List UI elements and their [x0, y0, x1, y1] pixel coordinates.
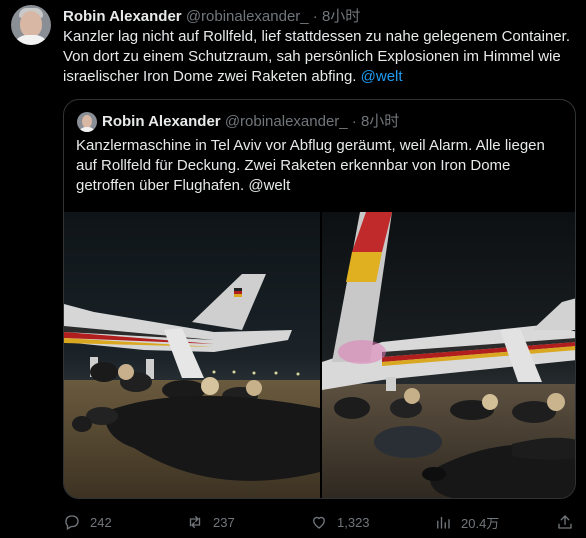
reply-icon	[65, 515, 79, 530]
quoted-tweet-header: Robin Alexander @robinalexander_ · 8小时	[102, 112, 399, 132]
tweet-timestamp[interactable]: 8小时	[322, 8, 360, 25]
quoted-author-name: Robin Alexander	[102, 113, 221, 130]
reply-count: 242	[90, 514, 112, 530]
tweet-text: Kanzler lag nicht auf Rollfeld, lief sta…	[63, 27, 573, 87]
tweet-actions-bar: 242 237 1,323 20.4万	[63, 508, 576, 536]
views-icon	[437, 516, 450, 529]
retweet-button[interactable]: 237	[186, 508, 235, 536]
views-button[interactable]: 20.4万	[434, 508, 499, 536]
retweet-icon	[189, 516, 201, 528]
like-button[interactable]: 1,323	[310, 508, 370, 536]
reply-button[interactable]: 242	[63, 508, 112, 536]
header-separator: ·	[312, 8, 318, 25]
like-icon	[313, 516, 325, 529]
views-count: 20.4万	[461, 515, 500, 531]
avatar-shirt	[13, 35, 49, 45]
avatar-face	[20, 11, 42, 37]
quoted-header-separator: ·	[351, 113, 357, 130]
share-icon[interactable]	[556, 513, 574, 531]
quoted-author-avatar	[77, 112, 97, 132]
photo-plane-right[interactable]	[322, 212, 575, 498]
photo-plane-left-image	[64, 212, 320, 498]
quoted-tweet-timestamp: 8小时	[360, 113, 400, 130]
author-name[interactable]: Robin Alexander	[63, 8, 182, 25]
author-avatar[interactable]	[11, 5, 51, 45]
quoted-tweet-card[interactable]: Robin Alexander @robinalexander_ · 8小时 K…	[63, 99, 576, 499]
author-handle[interactable]: @robinalexander_	[186, 8, 309, 25]
quoted-tweet-text: Kanzlermaschine in Tel Aviv vor Abflug g…	[76, 137, 545, 194]
photo-plane-left[interactable]	[64, 212, 320, 498]
photo-plane-right-image	[322, 212, 575, 498]
quoted-avatar-shirt	[78, 127, 96, 132]
retweet-count: 237	[213, 514, 235, 530]
quoted-author-handle: @robinalexander_	[224, 113, 348, 130]
tweet-header: Robin Alexander @robinalexander_ · 8小时	[63, 7, 360, 27]
mention-link[interactable]: @welt	[361, 68, 403, 85]
tweet-body: Kanzler lag nicht auf Rollfeld, lief sta…	[63, 28, 570, 85]
like-count: 1,323	[337, 514, 370, 530]
